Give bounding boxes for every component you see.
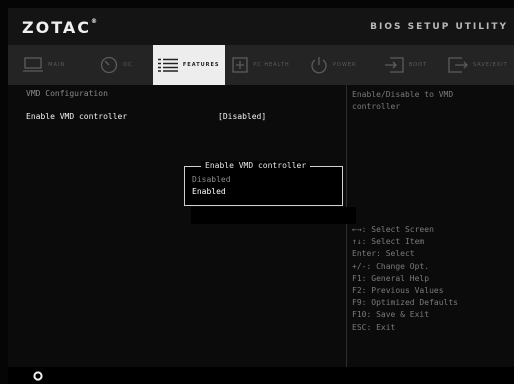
- option-popup: Enable VMD controller Disabled Enabled: [184, 161, 343, 206]
- key-hint: Enter: Select: [352, 249, 415, 259]
- tab-label: POWER: [333, 62, 357, 68]
- key-hint: +/-: Change Opt.: [352, 261, 430, 271]
- footer-bar: [8, 367, 514, 384]
- tab-label: MAIN: [48, 62, 66, 68]
- key-hint: F9: Optimized Defaults: [352, 298, 458, 308]
- tab-bar: MAIN OC FEATURES PC HEALTH POWER BOOT SA…: [8, 45, 514, 85]
- list-icon: [157, 58, 178, 72]
- section-title: VMD Configuration: [26, 89, 108, 98]
- help-description: Enable/Disable to VMD controller: [352, 90, 454, 111]
- tab-label: PC HEALTH: [253, 62, 290, 68]
- key-hint: ←→: Select Screen: [352, 225, 434, 234]
- utility-title: BIOS SETUP UTILITY: [370, 22, 508, 32]
- key-hint: ESC: Exit: [352, 322, 396, 332]
- boot-icon: [384, 57, 404, 73]
- power-indicator-icon: [33, 371, 43, 381]
- plus-box-icon: [232, 57, 248, 73]
- gauge-icon: [101, 56, 118, 74]
- exit-icon: [448, 57, 468, 73]
- tab-label: FEATURES: [182, 62, 220, 68]
- key-legend: ←→: Select Screen ↑↓: Select Item Enter:…: [352, 224, 458, 334]
- header-bar: ZOTAC® BIOS SETUP UTILITY: [8, 8, 514, 45]
- settings-panel: VMD Configuration Enable VMD controller …: [8, 85, 345, 367]
- tab-pc-health[interactable]: PC HEALTH: [225, 45, 297, 85]
- option-value[interactable]: [Disabled]: [218, 112, 266, 121]
- key-hint: F10: Save & Exit: [352, 310, 430, 320]
- tab-label: OC: [123, 62, 133, 68]
- tab-power[interactable]: POWER: [297, 45, 369, 85]
- tab-features[interactable]: FEATURES: [152, 45, 225, 85]
- popup-title: Enable VMD controller: [201, 161, 311, 170]
- popup-option-disabled[interactable]: Disabled: [192, 175, 231, 184]
- tab-label: SAVE/EXIT: [472, 62, 508, 68]
- zotac-logo: ZOTAC®: [22, 18, 97, 37]
- content-area: VMD Configuration Enable VMD controller …: [8, 85, 514, 367]
- key-hint: F1: General Help: [352, 273, 430, 283]
- help-panel: Enable/Disable to VMD controller ←→: Sel…: [348, 85, 514, 367]
- bios-window: ZOTAC® BIOS SETUP UTILITY MAIN OC FEATUR…: [0, 0, 514, 384]
- tab-save-exit[interactable]: SAVE/EXIT: [442, 45, 514, 85]
- popup-option-enabled[interactable]: Enabled: [192, 187, 226, 196]
- power-icon: [311, 57, 327, 74]
- tab-main[interactable]: MAIN: [8, 45, 80, 85]
- key-hint: F2: Previous Values: [352, 286, 444, 296]
- tab-boot[interactable]: BOOT: [369, 45, 441, 85]
- monitor-icon: [23, 57, 44, 72]
- key-hint: ↑↓: Select Item: [352, 237, 425, 247]
- tab-label: BOOT: [408, 62, 428, 68]
- panel-divider: [346, 85, 347, 367]
- tab-oc[interactable]: OC: [80, 45, 152, 85]
- popup-shadow: [191, 207, 356, 224]
- option-label[interactable]: Enable VMD controller: [26, 112, 127, 121]
